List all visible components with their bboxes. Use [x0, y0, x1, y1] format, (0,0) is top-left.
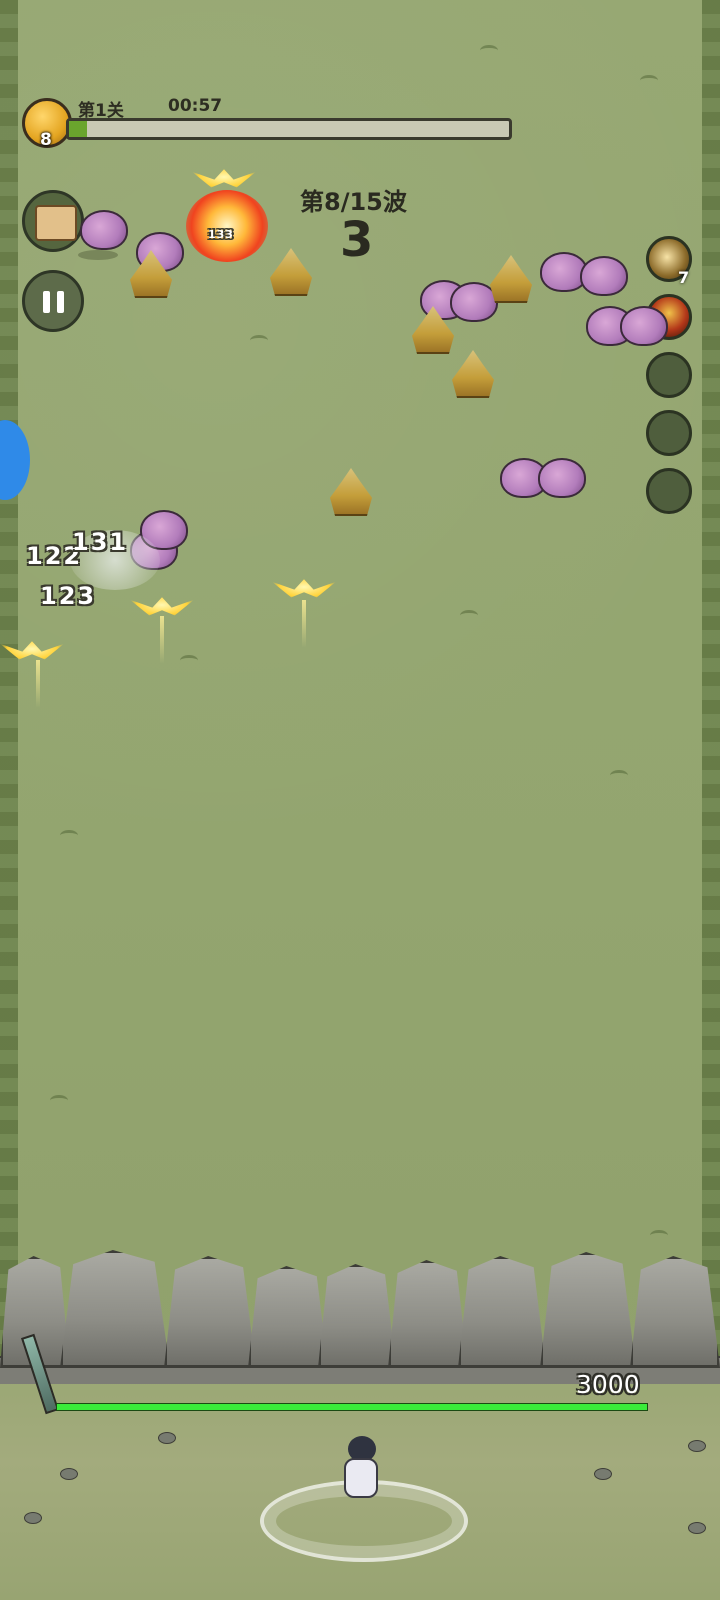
pebble — [688, 1440, 706, 1452]
skill-1-count: 7 — [678, 268, 690, 287]
grass-tuft — [50, 1095, 68, 1106]
grass-tuft — [480, 45, 498, 56]
purple-bird-enemy — [450, 282, 498, 322]
wall-rock — [164, 1256, 256, 1368]
pebble — [60, 1468, 78, 1480]
grass-tuft — [60, 830, 78, 841]
pebble — [158, 1432, 176, 1444]
purple-bird-enemy — [620, 306, 668, 346]
pebble — [688, 1522, 706, 1534]
empty-skill-slot[interactable] — [646, 468, 692, 514]
wall-hp-value: 3000 — [576, 1370, 640, 1399]
damage-number: 133 — [208, 228, 234, 241]
grass-tuft — [650, 1230, 668, 1241]
grass-tuft — [640, 75, 658, 86]
pebble — [24, 1512, 42, 1524]
projectile-trail — [302, 600, 306, 648]
player-level: 8 — [40, 130, 52, 150]
hero-character — [338, 1436, 384, 1506]
pebble — [594, 1468, 612, 1480]
stage-hud: 8 第1关 00:57 — [22, 96, 512, 156]
projectile-trail — [36, 660, 40, 708]
wall-rock — [458, 1256, 546, 1368]
purple-bird-enemy — [538, 458, 586, 498]
wall-rock — [388, 1260, 468, 1368]
projectile-trail — [160, 616, 164, 664]
purple-bird-enemy — [580, 256, 628, 296]
damage-number: 131 — [72, 528, 129, 556]
wall-rock — [630, 1256, 720, 1368]
stage-timer: 00:57 — [168, 96, 223, 116]
grass-tuft — [250, 335, 268, 346]
enemy-shadow — [78, 250, 118, 260]
stage-progress-bar — [66, 118, 512, 140]
wall-rock — [318, 1264, 396, 1368]
wave-countdown: 3 — [340, 212, 374, 268]
empty-skill-slot[interactable] — [646, 352, 692, 398]
wall-rock — [60, 1250, 170, 1368]
purple-bird-enemy — [80, 210, 128, 250]
wall-rock — [540, 1252, 636, 1368]
grass-tuft — [610, 770, 628, 781]
grass-tuft — [460, 610, 478, 621]
grass-tuft — [180, 655, 198, 666]
stage-progress-fill — [69, 121, 87, 137]
map-button[interactable] — [22, 190, 84, 252]
wall-rock — [248, 1266, 328, 1368]
wall-hp-bar — [56, 1403, 648, 1411]
hero-body — [344, 1458, 378, 1498]
pause-button[interactable] — [22, 270, 84, 332]
fire-explosion-effect — [186, 190, 268, 262]
empty-skill-slot[interactable] — [646, 410, 692, 456]
map-scroll-icon — [35, 205, 77, 241]
damage-number: 123 — [40, 582, 97, 610]
